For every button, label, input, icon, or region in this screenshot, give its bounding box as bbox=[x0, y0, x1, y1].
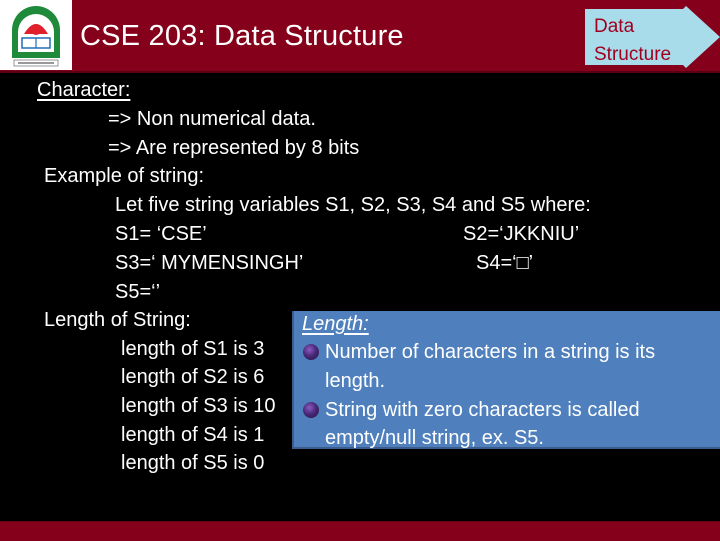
length-item-s4: length of S4 is 1 bbox=[121, 424, 265, 446]
slide-header: CSE 203: Data Structure Data Structure bbox=[0, 0, 720, 73]
definition-bullet-2-line-1: String with zero characters is called bbox=[325, 399, 640, 421]
length-item-s2: length of S2 is 6 bbox=[121, 366, 265, 388]
assignment-s2: S2=‘JKKNIU’ bbox=[463, 223, 580, 245]
definition-bullet-1-line-1: Number of characters in a string is its bbox=[325, 341, 656, 363]
definition-bullet-2-line-2: empty/null string, ex. S5. bbox=[325, 427, 544, 449]
length-heading: Length of String: bbox=[44, 309, 191, 331]
slide-footer-band bbox=[0, 521, 720, 541]
length-item-s1: length of S1 is 3 bbox=[121, 338, 265, 360]
assignment-s5: S5=‘’ bbox=[115, 281, 161, 303]
assignment-s4: S4=‘□’ bbox=[476, 252, 534, 274]
character-heading: Character: bbox=[37, 79, 131, 101]
slide-title: CSE 203: Data Structure bbox=[80, 20, 404, 52]
definition-bullet-1-line-2: length. bbox=[325, 370, 386, 392]
definition-heading: Length: bbox=[302, 313, 369, 335]
length-item-s3: length of S3 is 10 bbox=[121, 395, 276, 417]
example-heading: Example of string: bbox=[44, 165, 205, 187]
assignment-s3: S3=‘ MYMENSINGH’ bbox=[115, 252, 304, 274]
example-intro: Let five string variables S1, S2, S3, S4… bbox=[115, 194, 591, 216]
topic-callout: Data Structure bbox=[585, 6, 720, 68]
bullet-icon bbox=[303, 402, 319, 418]
callout-line-2: Structure bbox=[594, 44, 672, 65]
callout-line-1: Data bbox=[594, 16, 635, 37]
character-point-2: => Are represented by 8 bits bbox=[108, 137, 360, 159]
assignment-s1: S1= ‘CSE’ bbox=[115, 223, 207, 245]
character-point-1: => Non numerical data. bbox=[108, 108, 316, 130]
length-definition-box: Length: Number of characters in a string… bbox=[292, 311, 720, 449]
length-item-s5: length of S5 is 0 bbox=[121, 452, 265, 474]
logo-emblem-icon bbox=[0, 0, 72, 70]
bullet-icon bbox=[303, 344, 319, 360]
university-logo bbox=[0, 0, 72, 70]
